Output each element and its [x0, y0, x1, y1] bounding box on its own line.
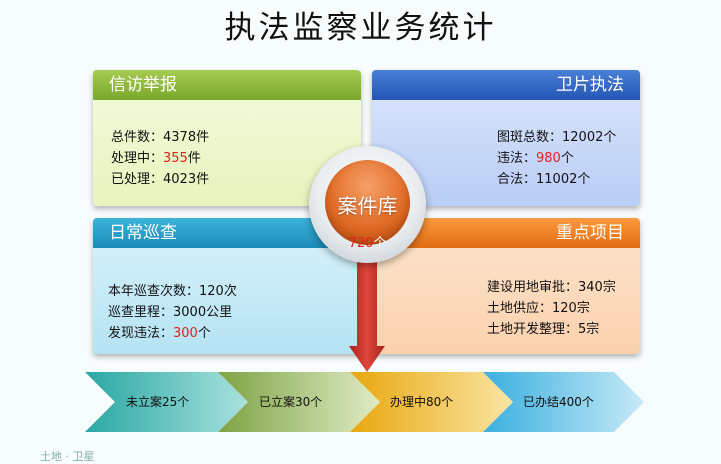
- process-step-label[interactable]: 未立案25个: [126, 390, 189, 414]
- process-chevrons: [85, 372, 644, 432]
- process-step-label[interactable]: 已立案30个: [259, 390, 322, 414]
- process-step-label[interactable]: 办理中80个: [390, 390, 453, 414]
- process-step-label[interactable]: 已办结400个: [523, 390, 594, 414]
- footer-text: 土地 · 卫星: [40, 450, 95, 463]
